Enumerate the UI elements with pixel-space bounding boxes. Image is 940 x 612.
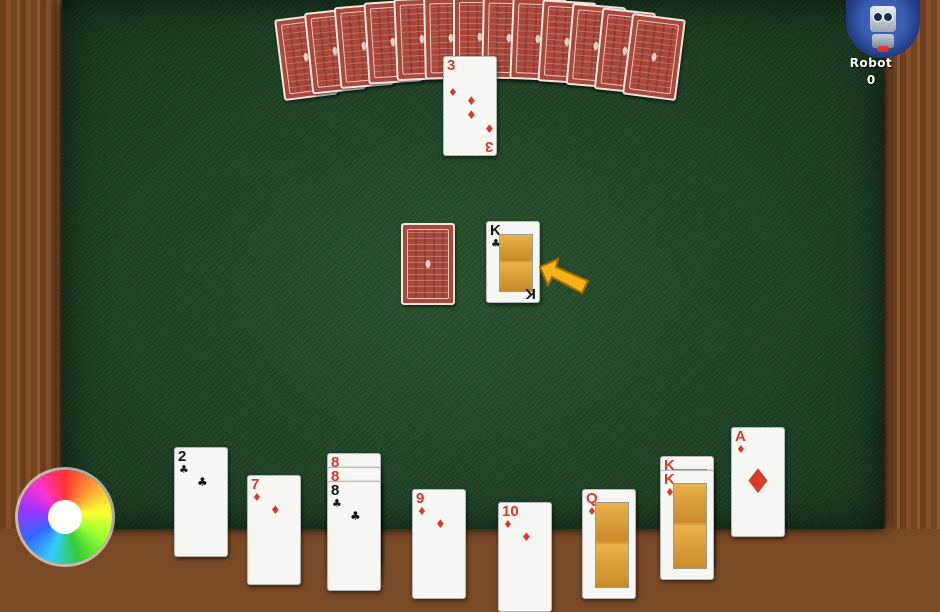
card-rank: 7 (251, 476, 260, 493)
card-rank: 10 (502, 503, 519, 520)
card-rank-bottom: 3 (484, 138, 493, 155)
card-pip: ♦ (435, 517, 446, 531)
opponent-score: 0 (866, 73, 876, 87)
card-suit: ♦ (252, 491, 262, 504)
card-rank: 2 (178, 448, 187, 465)
card-suit: ♣ (332, 497, 342, 510)
card-rank: 9 (416, 490, 425, 507)
card-pip: ♣ (197, 475, 208, 489)
discard-pile[interactable]: K ♣ K (486, 221, 540, 303)
stock-pile[interactable] (401, 223, 455, 305)
card-pip: ♦ (270, 503, 281, 517)
opponent-name: Robot (849, 56, 893, 70)
card-pip: ♦ (521, 530, 532, 544)
player-card[interactable]: A ♦ ♦ (731, 427, 785, 537)
card-suit: ♦ (736, 443, 746, 456)
court-figure (673, 483, 707, 569)
card-rank: 3 (447, 57, 456, 74)
color-wheel-icon[interactable] (18, 470, 112, 564)
player-card[interactable]: 8 ♣ ♣ (327, 481, 381, 591)
card-suit: ♦ (503, 518, 513, 531)
card-center-suit: ♦ (742, 462, 774, 502)
court-figure (595, 502, 629, 588)
opponent-card-back (622, 12, 686, 101)
card-rank-bottom: K (525, 285, 536, 302)
player-card[interactable]: 10 ♦ ♦ (498, 502, 552, 612)
card-pip: ♣ (350, 509, 361, 523)
pointer-arrow-icon (538, 257, 590, 295)
player-card[interactable]: K♦ (660, 470, 714, 580)
player-card[interactable]: 9 ♦ ♦ (412, 489, 466, 599)
card-suit: ♣ (179, 463, 189, 476)
king-figure (499, 234, 533, 292)
player-card[interactable]: Q ♦ (582, 489, 636, 599)
opponent-played-card: 3 ♦ ♦ ♦ ♦ 3 (443, 56, 497, 156)
robot-icon (870, 6, 896, 32)
card-suit: ♦ (448, 86, 458, 99)
card-rank: A (735, 428, 746, 445)
player-card[interactable]: 7 ♦ ♦ (247, 475, 301, 585)
player-card[interactable]: 2 ♣ ♣ (174, 447, 228, 557)
card-suit: ♦ (417, 505, 427, 518)
card-rank: 8 (331, 482, 340, 499)
